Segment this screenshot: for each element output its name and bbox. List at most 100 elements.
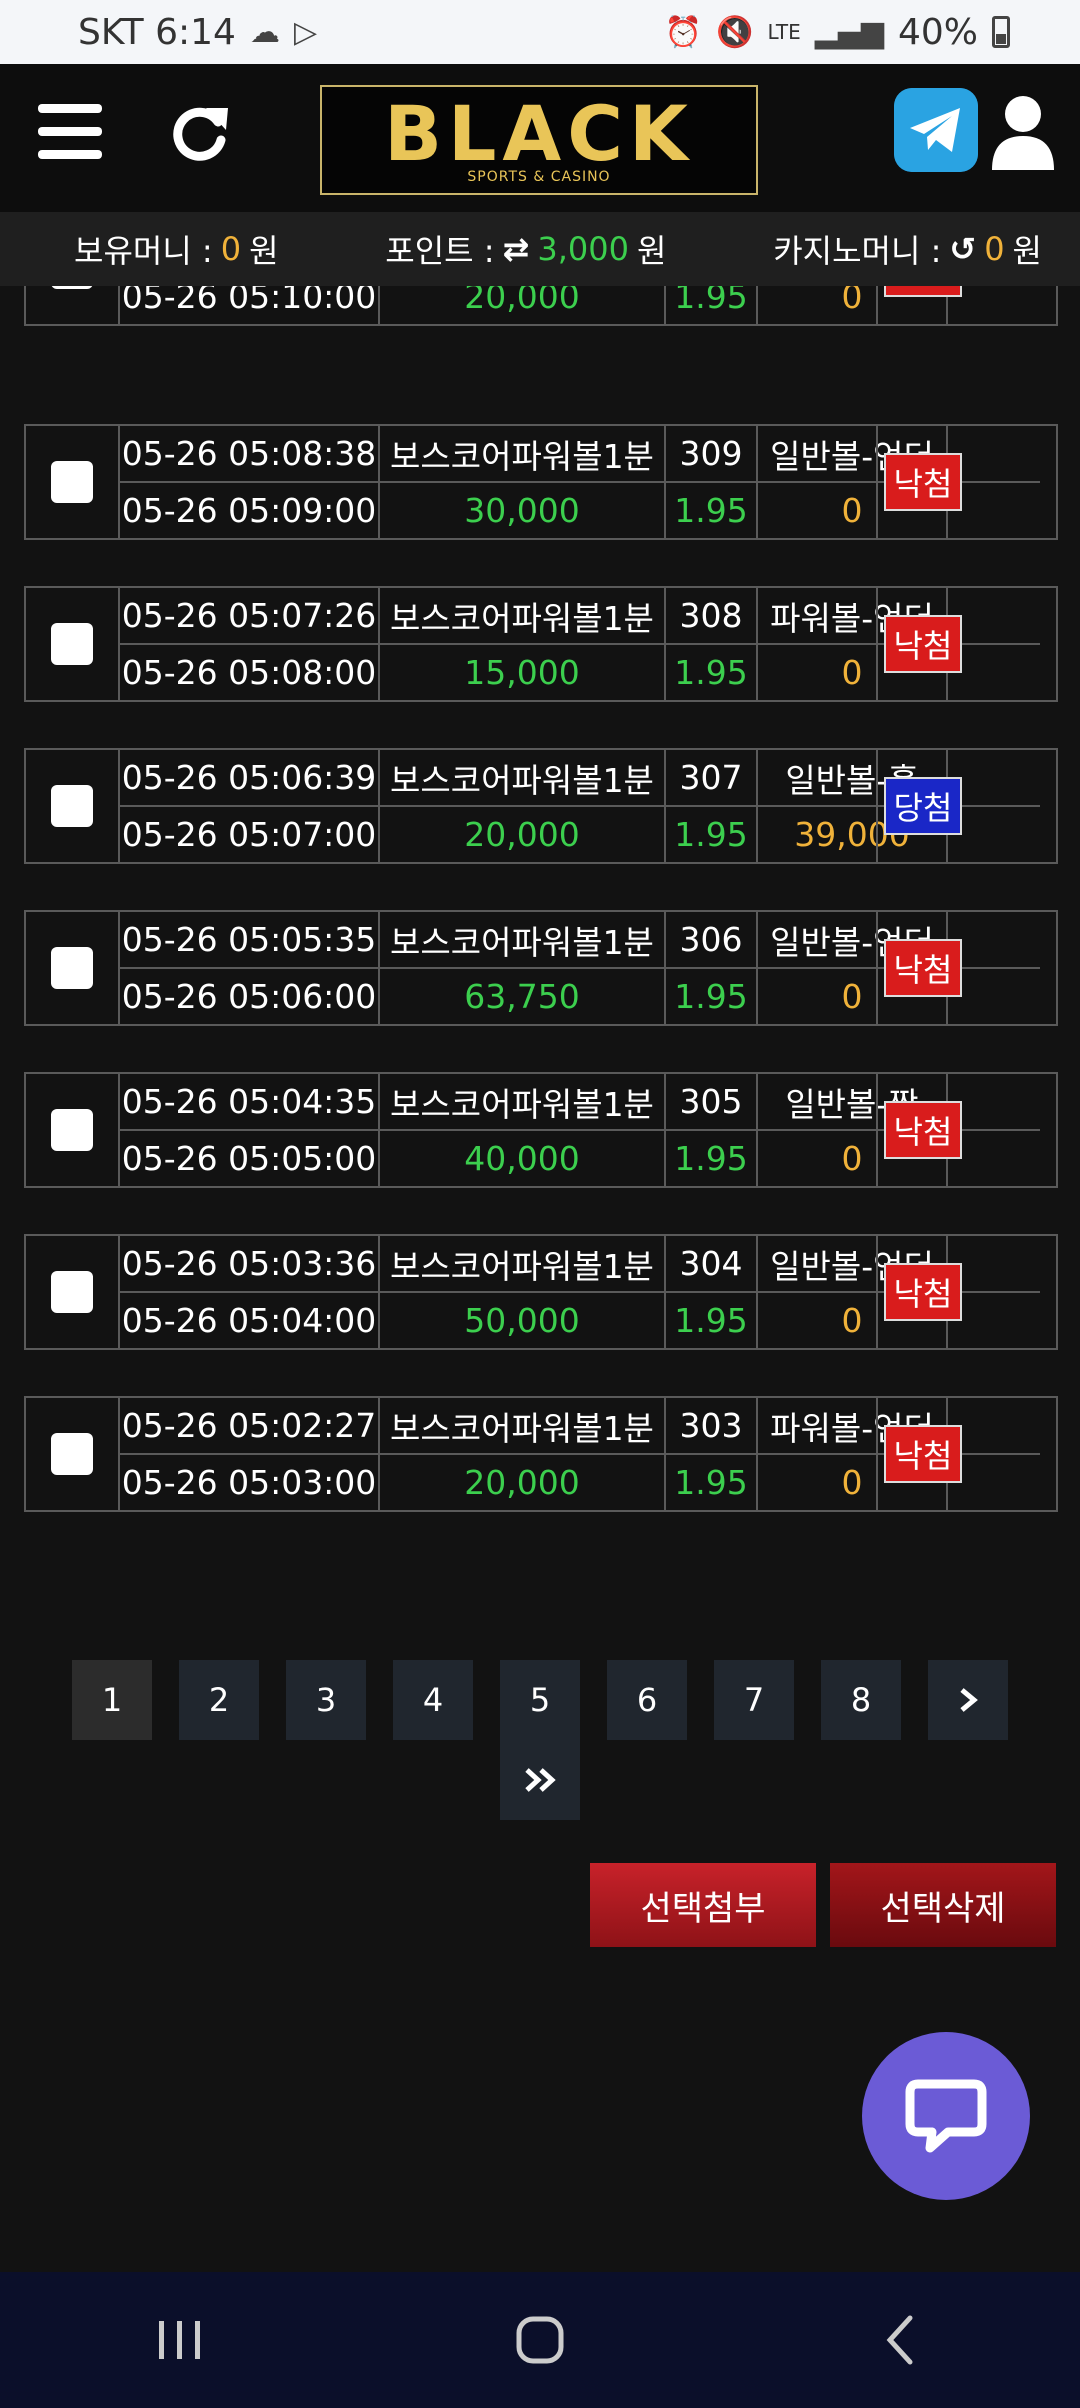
close-time: 05-26 05:04:00 xyxy=(120,1293,380,1348)
alarm-icon: ⏰ xyxy=(664,14,703,50)
column-divider xyxy=(876,750,878,862)
casino-balance[interactable]: 카지노머니 : ↺ 0 원 xyxy=(773,226,1042,272)
bet-row: 05-26 05:03:36 보스코어파워볼1분 304 일반볼-언더 05-26 05… xyxy=(24,1234,1058,1350)
logo-subtitle: SPORTS & CASINO xyxy=(467,169,611,185)
casino-unit: 원 xyxy=(1012,232,1042,270)
column-divider xyxy=(876,912,878,1024)
page-button-4[interactable]: 4 xyxy=(393,1660,473,1740)
column-divider xyxy=(876,426,878,538)
money-balance: 보유머니 : 0 원 xyxy=(74,226,279,272)
close-time: 05-26 05:06:00 xyxy=(120,969,380,1024)
checkbox-cell xyxy=(26,912,120,1024)
bet-row: 05-26 05:04:35 보스코어파워볼1분 305 일반볼-짝 05-26 05:… xyxy=(24,1072,1058,1188)
game-name: 보스코어파워볼1분 xyxy=(380,1236,666,1291)
app-header: BLACK SPORTS & CASINO xyxy=(0,64,1080,212)
round-number: 303 xyxy=(666,1398,758,1453)
refresh-icon[interactable] xyxy=(166,100,232,166)
page-button-3[interactable]: 3 xyxy=(286,1660,366,1740)
bet-row: 05-26 05:09:36보스코어파워볼1분310파워볼-오버05-26 05… xyxy=(24,286,1058,326)
result-cell: 낙첨 xyxy=(878,588,968,700)
close-time: 05-26 05:10:00 xyxy=(120,286,380,324)
bet-time: 05-26 05:06:39 xyxy=(120,750,380,805)
user-icon[interactable] xyxy=(990,92,1056,172)
result-badge: 낙첨 xyxy=(883,1425,963,1483)
last-page-button[interactable] xyxy=(500,1740,580,1820)
round-number: 309 xyxy=(666,426,758,481)
game-name: 보스코어파워볼1분 xyxy=(380,426,666,481)
select-checkbox[interactable] xyxy=(51,1433,93,1475)
recent-apps-icon xyxy=(159,2321,200,2359)
page-button-1[interactable]: 1 xyxy=(72,1660,152,1740)
page-button-2[interactable]: 2 xyxy=(179,1660,259,1740)
battery-icon xyxy=(992,16,1010,48)
checkbox-cell xyxy=(26,426,120,538)
result-badge: 당첨 xyxy=(883,777,963,835)
round-number: 307 xyxy=(666,750,758,805)
bet-odds: 1.95 xyxy=(666,483,758,538)
live-chat-button[interactable] xyxy=(862,2032,1030,2200)
telegram-icon[interactable] xyxy=(894,88,978,172)
close-time: 05-26 05:09:00 xyxy=(120,483,380,538)
result-cell: 당첨 xyxy=(878,750,968,862)
bet-row: 05-26 05:07:26 보스코어파워볼1분 308 파워볼-언더 05-26 05… xyxy=(24,586,1058,702)
select-checkbox[interactable] xyxy=(51,1271,93,1313)
bet-amount: 20,000 xyxy=(380,1455,666,1510)
home-button[interactable] xyxy=(480,2300,600,2380)
signal-icon: ▂▄▆ xyxy=(814,14,884,50)
bet-time: 05-26 05:03:36 xyxy=(120,1236,380,1291)
reload-icon[interactable]: ↺ xyxy=(949,230,976,268)
page-button-6[interactable]: 6 xyxy=(607,1660,687,1740)
round-number: 304 xyxy=(666,1236,758,1291)
bet-time: 05-26 05:05:35 xyxy=(120,912,380,967)
round-number: 306 xyxy=(666,912,758,967)
close-time: 05-26 05:03:00 xyxy=(120,1455,380,1510)
page-button-8[interactable]: 8 xyxy=(821,1660,901,1740)
select-checkbox[interactable] xyxy=(51,1109,93,1151)
column-divider xyxy=(876,588,878,700)
point-unit: 원 xyxy=(637,232,667,270)
result-cell: 낙첨 xyxy=(878,912,968,1024)
hamburger-menu-icon[interactable] xyxy=(38,104,102,160)
bet-row: 05-26 05:05:35 보스코어파워볼1분 306 일반볼-언더 05-26 05… xyxy=(24,910,1058,1026)
cloud-icon: ☁ xyxy=(249,14,280,50)
select-checkbox[interactable] xyxy=(51,785,93,827)
back-button[interactable] xyxy=(840,2300,960,2380)
attach-selected-button[interactable]: 선택첨부 xyxy=(590,1863,816,1947)
next-page-button[interactable] xyxy=(928,1660,1008,1740)
result-badge: 낙첨 xyxy=(883,939,963,997)
page-button-7[interactable]: 7 xyxy=(714,1660,794,1740)
play-store-icon: ▷ xyxy=(293,14,318,50)
bet-odds: 1.95 xyxy=(666,969,758,1024)
system-nav-bar xyxy=(0,2272,1080,2408)
bet-time: 05-26 05:04:35 xyxy=(120,1074,380,1129)
recent-apps-button[interactable] xyxy=(120,2300,240,2380)
select-checkbox[interactable] xyxy=(51,623,93,665)
select-checkbox[interactable] xyxy=(51,947,93,989)
brand-logo[interactable]: BLACK SPORTS & CASINO xyxy=(320,85,758,195)
bet-amount: 63,750 xyxy=(380,969,666,1024)
game-name: 보스코어파워볼1분 xyxy=(380,1074,666,1129)
close-time: 05-26 05:08:00 xyxy=(120,645,380,700)
game-name: 보스코어파워볼1분 xyxy=(380,588,666,643)
chevron-right-icon xyxy=(960,1688,978,1712)
status-bar: SKT 6:14 ☁ ▷ ⏰ 🔇 LTE ▂▄▆ 40% xyxy=(0,0,1080,64)
bet-amount: 30,000 xyxy=(380,483,666,538)
point-balance[interactable]: 포인트 : ⇄ 3,000 원 xyxy=(385,226,666,272)
page-button-5[interactable]: 5 xyxy=(500,1660,580,1740)
battery-percent: 40% xyxy=(897,11,978,53)
select-checkbox[interactable] xyxy=(51,461,93,503)
result-badge: 낙첨 xyxy=(883,453,963,511)
money-unit: 원 xyxy=(249,232,279,270)
column-divider xyxy=(876,1236,878,1348)
bet-odds: 1.95 xyxy=(666,1131,758,1186)
close-time: 05-26 05:05:00 xyxy=(120,1131,380,1186)
logo-text: BLACK xyxy=(384,89,694,178)
home-icon xyxy=(516,2316,564,2364)
bet-odds: 1.95 xyxy=(666,1293,758,1348)
checkbox-cell xyxy=(26,588,120,700)
checkbox-cell xyxy=(26,750,120,862)
select-checkbox[interactable] xyxy=(51,286,93,289)
exchange-icon[interactable]: ⇄ xyxy=(503,230,530,268)
delete-selected-button[interactable]: 선택삭제 xyxy=(830,1863,1056,1947)
result-cell: 낙첨 xyxy=(878,426,968,538)
